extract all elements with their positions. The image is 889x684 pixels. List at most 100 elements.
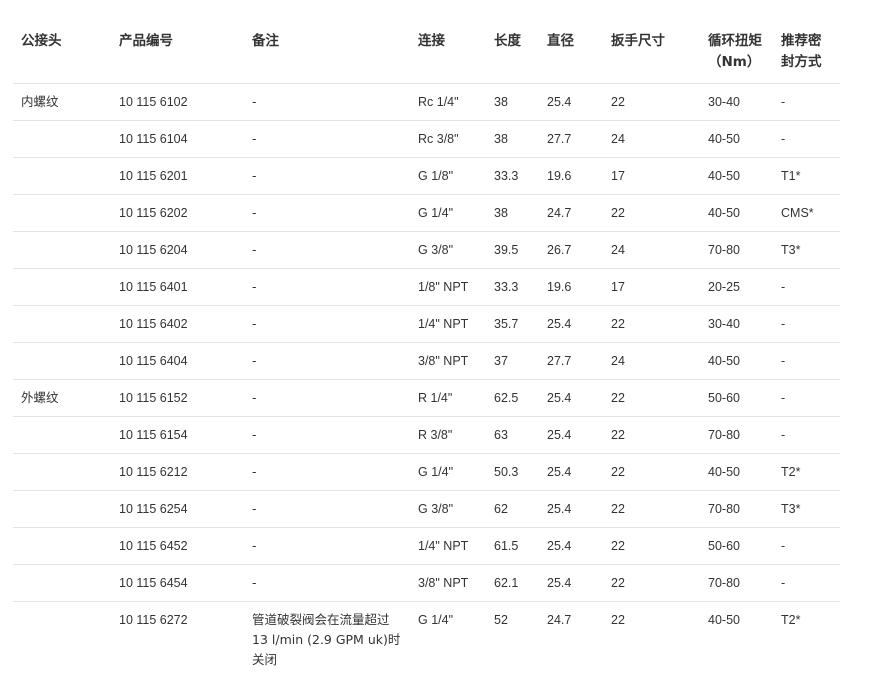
cell-cycle-torque: 70-80 (700, 231, 773, 269)
cell-product-number: 10 115 6404 (111, 342, 244, 380)
cell-remarks: - (244, 453, 410, 491)
cell-wrench-size: 22 (603, 83, 700, 121)
table-header: 公接头 产品编号 备注 连接 长度 直径 扳手尺寸 循环扭矩（Nm） 推荐密封方… (13, 26, 840, 84)
cell-wrench-size: 22 (603, 527, 700, 565)
cell-male-connector (13, 601, 111, 672)
cell-connection: G 3/8" (410, 231, 486, 269)
cell-length: 62.1 (486, 564, 539, 602)
header-cycle-torque: 循环扭矩（Nm） (708, 33, 762, 70)
cell-length: 38 (486, 120, 539, 158)
header-diameter: 直径 (547, 33, 574, 49)
cell-remarks: - (244, 194, 410, 232)
cell-wrench-size: 22 (603, 601, 700, 672)
cell-length: 38 (486, 194, 539, 232)
cell-remarks: - (244, 527, 410, 565)
cell-diameter: 24.7 (539, 194, 603, 232)
table-row: 10 115 6452-1/4" NPT 61.5 25.4 22 50-60- (13, 527, 840, 565)
cell-product-number: 10 115 6402 (111, 305, 244, 343)
cell-length: 39.5 (486, 231, 539, 269)
cell-cycle-torque: 40-50 (700, 194, 773, 232)
cell-product-number: 10 115 6401 (111, 268, 244, 306)
cell-wrench-size: 22 (603, 490, 700, 528)
cell-recommended-seal: CMS* (773, 194, 840, 232)
cell-diameter: 19.6 (539, 157, 603, 195)
cell-male-connector (13, 564, 111, 602)
cell-remarks: - (244, 268, 410, 306)
cell-recommended-seal: T3* (773, 490, 840, 528)
cell-product-number: 10 115 6204 (111, 231, 244, 269)
cell-male-connector (13, 268, 111, 306)
cell-cycle-torque: 40-50 (700, 601, 773, 672)
table-row: 10 115 6404-3/8" NPT 37 27.7 24 40-50- (13, 342, 840, 380)
cell-diameter: 27.7 (539, 120, 603, 158)
cell-connection: G 1/4" (410, 194, 486, 232)
header-length: 长度 (494, 33, 521, 49)
cell-product-number: 10 115 6104 (111, 120, 244, 158)
table-row: 10 115 6212- G 1/4" 50.3 25.4 22 40-50 T2* (13, 453, 840, 491)
cell-cycle-torque: 30-40 (700, 83, 773, 121)
cell-cycle-torque: 40-50 (700, 453, 773, 491)
cell-connection: G 1/8" (410, 157, 486, 195)
table-row: 10 115 6401-1/8" NPT 33.3 19.6 17 20-25- (13, 268, 840, 306)
cell-recommended-seal: T3* (773, 231, 840, 269)
cell-connection: 3/8" NPT (410, 564, 486, 602)
cell-male-connector (13, 342, 111, 380)
cell-connection: G 1/4" (410, 453, 486, 491)
cell-diameter: 25.4 (539, 416, 603, 454)
cell-connection: 3/8" NPT (410, 342, 486, 380)
cell-diameter: 25.4 (539, 490, 603, 528)
table-row: 10 115 6272 管道破裂阀会在流量超过13 l/min (2.9 GPM … (13, 601, 840, 672)
cell-remarks: - (244, 157, 410, 195)
cell-wrench-size: 17 (603, 157, 700, 195)
cell-wrench-size: 22 (603, 416, 700, 454)
cell-male-connector: 外螺纹 (13, 379, 111, 417)
cell-product-number: 10 115 6102 (111, 83, 244, 121)
table-row: 10 115 6104- Rc 3/8" 38 27.7 24 40-50- (13, 120, 840, 158)
cell-diameter: 25.4 (539, 83, 603, 121)
cell-length: 35.7 (486, 305, 539, 343)
cell-remarks: - (244, 564, 410, 602)
cell-product-number: 10 115 6254 (111, 490, 244, 528)
cell-length: 33.3 (486, 268, 539, 306)
cell-cycle-torque: 40-50 (700, 157, 773, 195)
cell-recommended-seal: - (773, 305, 840, 343)
header-male-connector: 公接头 (21, 33, 62, 49)
cell-product-number: 10 115 6152 (111, 379, 244, 417)
table-row: 内螺纹 10 115 6102- Rc 1/4" 38 25.4 22 30-40- (13, 83, 840, 121)
cell-product-number: 10 115 6212 (111, 453, 244, 491)
cell-length: 61.5 (486, 527, 539, 565)
cell-connection: Rc 1/4" (410, 83, 486, 121)
cell-diameter: 25.4 (539, 453, 603, 491)
cell-wrench-size: 24 (603, 342, 700, 380)
cell-diameter: 27.7 (539, 342, 603, 380)
cell-length: 52 (486, 601, 539, 672)
cell-length: 33.3 (486, 157, 539, 195)
cell-recommended-seal: - (773, 416, 840, 454)
cell-connection: G 3/8" (410, 490, 486, 528)
cell-cycle-torque: 40-50 (700, 342, 773, 380)
cell-remarks: - (244, 305, 410, 343)
cell-recommended-seal: - (773, 564, 840, 602)
cell-recommended-seal: - (773, 83, 840, 121)
cell-diameter: 25.4 (539, 564, 603, 602)
cell-cycle-torque: 40-50 (700, 120, 773, 158)
cell-cycle-torque: 70-80 (700, 564, 773, 602)
cell-wrench-size: 22 (603, 379, 700, 417)
cell-diameter: 25.4 (539, 527, 603, 565)
cell-diameter: 24.7 (539, 601, 603, 672)
cell-product-number: 10 115 6272 (111, 601, 244, 672)
cell-remarks: - (244, 490, 410, 528)
cell-connection: Rc 3/8" (410, 120, 486, 158)
cell-length: 63 (486, 416, 539, 454)
table-row: 10 115 6202- G 1/4" 38 24.7 22 40-50 CMS* (13, 194, 840, 232)
cell-cycle-torque: 50-60 (700, 527, 773, 565)
cell-length: 50.3 (486, 453, 539, 491)
cell-connection: 1/8" NPT (410, 268, 486, 306)
header-recommended-seal: 推荐密封方式 (781, 33, 822, 70)
cell-connection: 1/4" NPT (410, 305, 486, 343)
cell-wrench-size: 22 (603, 453, 700, 491)
cell-male-connector (13, 416, 111, 454)
cell-wrench-size: 24 (603, 120, 700, 158)
table-body: 内螺纹 10 115 6102- Rc 1/4" 38 25.4 22 30-40-10 1… (13, 83, 840, 672)
header-remarks: 备注 (252, 33, 279, 49)
